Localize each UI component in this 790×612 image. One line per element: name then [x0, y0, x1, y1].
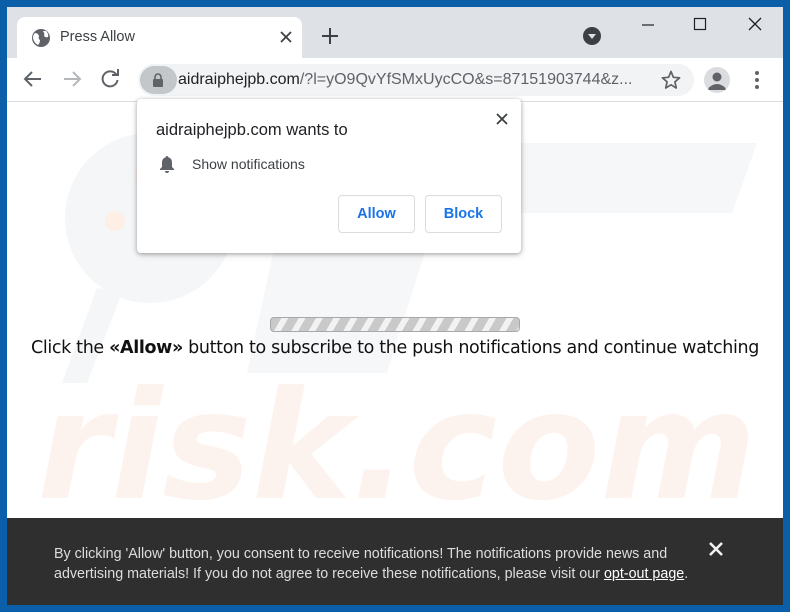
- globe-icon: [32, 29, 50, 47]
- arrow-right-icon[interactable]: [59, 66, 85, 92]
- svg-text:risk.com: risk.com: [37, 360, 757, 518]
- allow-button[interactable]: Allow: [338, 195, 415, 233]
- block-button[interactable]: Block: [425, 195, 502, 233]
- url-host: aidraiphejpb.com: [178, 71, 300, 88]
- star-icon[interactable]: [660, 69, 682, 91]
- close-icon[interactable]: [732, 13, 778, 43]
- page-message: Click the «Allow» button to subscribe to…: [7, 338, 783, 358]
- tab-press-allow[interactable]: Press Allow: [17, 17, 302, 58]
- lock-icon: [153, 73, 163, 87]
- consent-banner: By clicking 'Allow' button, you consent …: [7, 518, 783, 605]
- tab-strip: Press Allow: [7, 7, 783, 58]
- close-icon[interactable]: [492, 109, 512, 129]
- reload-icon[interactable]: [97, 66, 123, 92]
- browser-window: Press Allow aidraiphejpb.com/?l=yO9QvYfS…: [7, 7, 783, 605]
- kebab-menu-icon[interactable]: [747, 68, 767, 92]
- bell-icon: [160, 156, 174, 173]
- close-icon[interactable]: [707, 540, 725, 558]
- chevron-down-circle-icon[interactable]: [583, 27, 601, 45]
- tab-title: Press Allow: [60, 29, 135, 45]
- toolbar: aidraiphejpb.com/?l=yO9QvYfSMxUycCO&s=87…: [7, 58, 783, 102]
- maximize-icon[interactable]: [677, 13, 723, 43]
- opt-out-link[interactable]: opt-out page: [604, 566, 684, 582]
- message-prefix: Click the: [31, 338, 110, 358]
- url-text[interactable]: aidraiphejpb.com/?l=yO9QvYfSMxUycCO&s=87…: [178, 71, 650, 89]
- message-suffix: button to subscribe to the push notifica…: [182, 338, 759, 358]
- site-info-button[interactable]: [140, 66, 177, 94]
- permission-label: Show notifications: [192, 156, 305, 172]
- plus-icon[interactable]: [318, 24, 342, 48]
- message-bold: «Allow»: [109, 338, 183, 358]
- arrow-left-icon[interactable]: [20, 66, 46, 92]
- minimize-icon[interactable]: [625, 13, 671, 43]
- notification-permission-popup: aidraiphejpb.com wants to Show notificat…: [137, 99, 521, 253]
- banner-text: By clicking 'Allow' button, you consent …: [54, 544, 704, 584]
- banner-body: By clicking 'Allow' button, you consent …: [54, 546, 668, 582]
- popup-title: aidraiphejpb.com wants to: [156, 121, 348, 139]
- loading-progress-bar: [270, 317, 520, 332]
- person-icon[interactable]: [704, 67, 730, 93]
- banner-end: .: [684, 566, 689, 582]
- url-path: /?l=yO9QvYfSMxUycCO&s=87151903744&z...: [299, 71, 633, 88]
- address-bar[interactable]: aidraiphejpb.com/?l=yO9QvYfSMxUycCO&s=87…: [138, 64, 694, 96]
- close-icon[interactable]: [275, 26, 297, 48]
